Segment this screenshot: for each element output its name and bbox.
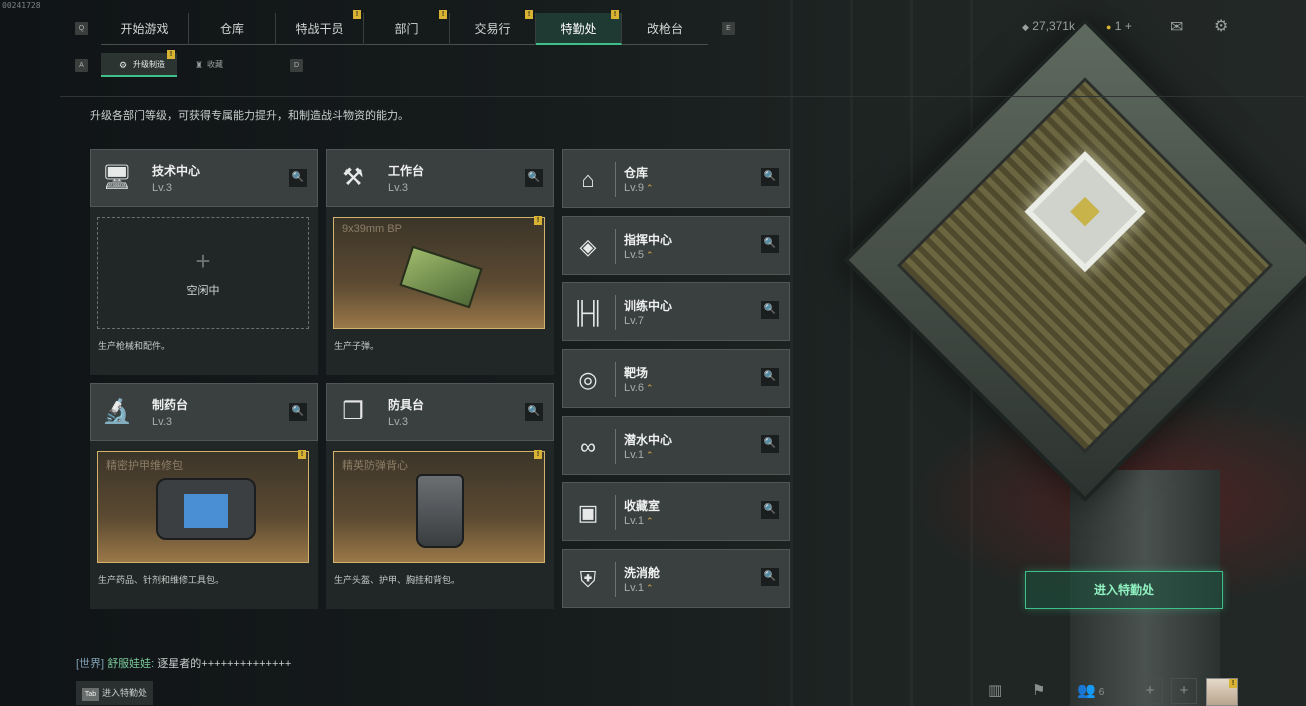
department-collection[interactable]: ▣ 收藏室 Lv.1 ⌃ 🔍	[562, 482, 790, 541]
upgrade-arrow-icon: ⌃	[645, 516, 654, 526]
alert-badge: !	[353, 10, 361, 19]
upgrade-arrow-icon: ⌃	[645, 183, 654, 193]
alert-badge: !	[534, 216, 542, 225]
dumbbell-icon: ╟╢	[572, 300, 604, 325]
tab-collection[interactable]: ♜ 收藏	[177, 53, 249, 77]
nav-prev-key[interactable]: Q	[75, 22, 88, 35]
station-header[interactable]: 🔬 制药台 Lv.3 🔍	[90, 383, 318, 441]
search-icon[interactable]: 🔍	[761, 301, 779, 319]
search-icon[interactable]: 🔍	[761, 501, 779, 519]
department-command[interactable]: ◈ 指挥中心 Lv.5 ⌃ 🔍	[562, 216, 790, 275]
ticket-icon: ●	[1106, 22, 1112, 32]
add-squad-slot-button[interactable]: +	[1171, 678, 1197, 704]
search-icon[interactable]: 🔍	[761, 368, 779, 386]
department-warehouse[interactable]: ⌂ 仓库 Lv.9 ⌃ 🔍	[562, 149, 790, 208]
search-icon[interactable]: 🔍	[525, 403, 543, 421]
wrench-icon: ⚙	[119, 60, 128, 70]
enter-special-ops-button[interactable]: 进入特勤处	[1025, 571, 1223, 609]
alert-badge: !	[1229, 679, 1237, 688]
vault-icon: ▣	[577, 500, 599, 525]
stats-icon[interactable]: ▥	[988, 681, 1002, 705]
subnav-next-key[interactable]: D	[290, 59, 303, 72]
coin-icon: ◆	[1022, 22, 1029, 32]
page-description: 升级各部门等级，可获得专属能力提升，和制造战斗物资的能力。	[90, 110, 409, 122]
command-diamond-icon: ◈	[579, 234, 597, 259]
alert-badge: !	[439, 10, 447, 19]
build-id: 00241728	[2, 1, 41, 10]
station-header[interactable]: ⚒ 工作台 Lv.3 🔍	[326, 149, 554, 207]
trophy-icon: ♜	[195, 60, 204, 70]
sub-nav: ⚙ 升级制造! ♜ 收藏	[101, 50, 249, 77]
alert-badge: !	[298, 450, 306, 459]
hammer-wrench-icon: ⚒	[342, 164, 364, 191]
department-training[interactable]: ╟╢ 训练中心 Lv.7 🔍	[562, 282, 790, 341]
ticket-display: ● 1 +	[1106, 19, 1132, 33]
mail-icon[interactable]: ✉	[1170, 17, 1183, 37]
divider	[60, 96, 1305, 97]
department-decon[interactable]: ⛨ 洗消舱 Lv.1 ⌃ 🔍	[562, 549, 790, 608]
search-icon[interactable]: 🔍	[525, 169, 543, 187]
alert-badge: !	[534, 450, 542, 459]
tab-start-game[interactable]: 开始游戏	[101, 13, 189, 45]
friends-icon: 👥	[1077, 682, 1096, 699]
microscope-icon: 🔬	[102, 398, 132, 425]
tab-key-hint[interactable]: Tab 进入特勤处	[76, 681, 153, 705]
plus-icon: +	[195, 246, 211, 276]
tab-trading[interactable]: 交易行!	[450, 10, 536, 45]
decon-icon: ⛨	[579, 567, 597, 592]
alert-badge: !	[525, 10, 533, 19]
station-card-armor[interactable]: ❒ 防具台 Lv.3 🔍 精英防弹背心 ! 生产头盔、护甲、胸挂和背包。	[326, 383, 554, 609]
subnav-prev-key[interactable]: A	[75, 59, 88, 72]
alert-badge: !	[611, 10, 619, 19]
search-icon[interactable]: 🔍	[289, 403, 307, 421]
tab-departments[interactable]: 部门!	[364, 10, 450, 45]
search-icon[interactable]: 🔍	[289, 169, 307, 187]
department-range[interactable]: ◎ 靶场 Lv.6 ⌃ 🔍	[562, 349, 790, 408]
station-header[interactable]: 🖥 技术中心 Lv.3 🔍	[90, 149, 318, 207]
vest-image	[416, 474, 464, 548]
currency-display: ◆ 27,371k	[1022, 19, 1075, 33]
upgrade-arrow-icon: ⌃	[645, 450, 654, 460]
special-ops-cube-model	[843, 18, 1306, 502]
monitor-icon: 🖥	[101, 164, 133, 191]
gear-icon[interactable]: ⚙	[1214, 16, 1228, 36]
search-icon[interactable]: 🔍	[761, 168, 779, 186]
ammo-box-image	[399, 245, 483, 309]
production-slot-item[interactable]: 精英防弹背心 !	[333, 450, 545, 563]
tab-operators[interactable]: 特战干员!	[276, 10, 364, 45]
chat-line[interactable]: [世界] 舒服娃娃: 逐星者的++++++++++++++	[76, 655, 291, 671]
station-card-pharmacy[interactable]: 🔬 制药台 Lv.3 🔍 精密护甲维修包 ! 生产药品、针剂和维修工具包。	[90, 383, 318, 609]
top-nav: 开始游戏 仓库 特战干员! 部门! 交易行! 特勤处! 改枪台	[101, 10, 708, 45]
production-slot-item[interactable]: 精密护甲维修包 !	[97, 450, 309, 563]
nav-next-key[interactable]: E	[722, 22, 735, 35]
station-header[interactable]: ❒ 防具台 Lv.3 🔍	[326, 383, 554, 441]
repair-kit-image	[156, 478, 256, 540]
station-card-workbench[interactable]: ⚒ 工作台 Lv.3 🔍 9x39mm BP ! 生产子弹。	[326, 149, 554, 375]
avatar[interactable]: !	[1206, 678, 1238, 706]
cubes-icon: ❒	[342, 398, 364, 425]
target-icon: ◎	[578, 367, 598, 392]
tab-gunsmith[interactable]: 改枪台	[622, 13, 708, 45]
upgrade-arrow-icon: ⌃	[645, 583, 654, 593]
upgrade-arrow-icon: ⌃	[645, 383, 654, 393]
search-icon[interactable]: 🔍	[761, 568, 779, 586]
friends-button[interactable]: 👥 6	[1077, 681, 1104, 705]
goggles-icon: ∞	[580, 434, 596, 459]
flag-icon[interactable]: ⚑	[1032, 681, 1045, 705]
warehouse-icon: ⌂	[581, 167, 595, 192]
search-icon[interactable]: 🔍	[761, 235, 779, 253]
upgrade-arrow-icon: ⌃	[645, 250, 654, 260]
station-card-tech[interactable]: 🖥 技术中心 Lv.3 🔍 + 空闲中 生产枪械和配件。	[90, 149, 318, 375]
add-squad-slot-button[interactable]: +	[1137, 678, 1163, 704]
tab-upgrade-craft[interactable]: ⚙ 升级制造!	[101, 50, 177, 77]
alert-badge: !	[167, 50, 175, 59]
add-currency-button[interactable]: +	[1125, 19, 1132, 33]
production-slot-item[interactable]: 9x39mm BP !	[333, 216, 545, 329]
tab-special-ops[interactable]: 特勤处!	[536, 10, 622, 45]
department-diving[interactable]: ∞ 潜水中心 Lv.1 ⌃ 🔍	[562, 416, 790, 475]
production-slot-empty[interactable]: + 空闲中	[97, 217, 309, 329]
search-icon[interactable]: 🔍	[761, 435, 779, 453]
tab-warehouse[interactable]: 仓库	[189, 13, 276, 45]
